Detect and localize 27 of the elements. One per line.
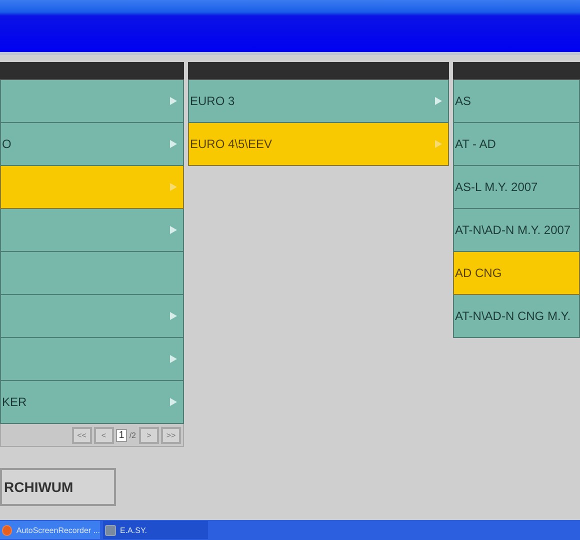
list-item[interactable] xyxy=(0,338,184,381)
page-button[interactable]: << xyxy=(72,426,92,444)
list-item[interactable]: AT - AD xyxy=(453,123,580,166)
taskbar-button[interactable]: AutoScreenRecorder ... xyxy=(0,521,100,539)
list-item[interactable]: AT-N\AD-N M.Y. 2007 xyxy=(453,209,580,252)
list-item[interactable]: AT-N\AD-N CNG M.Y. xyxy=(453,295,580,338)
page-number-field[interactable]: 1 xyxy=(116,428,128,442)
list-item[interactable] xyxy=(0,295,184,338)
record-icon xyxy=(2,524,12,536)
list-item[interactable] xyxy=(0,252,184,295)
list-item[interactable] xyxy=(0,209,184,252)
page-button[interactable]: < xyxy=(94,426,114,444)
archive-button[interactable]: RCHIWUM xyxy=(0,468,116,506)
page-button[interactable]: >> xyxy=(161,426,181,444)
list-item[interactable] xyxy=(0,166,184,209)
list-item[interactable]: KER xyxy=(0,381,184,424)
app-icon xyxy=(105,524,116,536)
list-item[interactable]: EURO 3 xyxy=(188,80,449,123)
list-item[interactable]: AS-L M.Y. 2007 xyxy=(453,166,580,209)
list-item[interactable]: AD CNG xyxy=(453,252,580,295)
page-total: /2 xyxy=(129,430,136,440)
list-item[interactable]: O xyxy=(0,123,184,166)
list-item[interactable]: EURO 4\5\EEV xyxy=(188,123,449,166)
taskbar-button[interactable]: E.A.SY. xyxy=(103,521,208,539)
list-item[interactable]: AS xyxy=(453,80,580,123)
list-item[interactable] xyxy=(0,80,184,123)
page-button[interactable]: > xyxy=(139,426,159,444)
